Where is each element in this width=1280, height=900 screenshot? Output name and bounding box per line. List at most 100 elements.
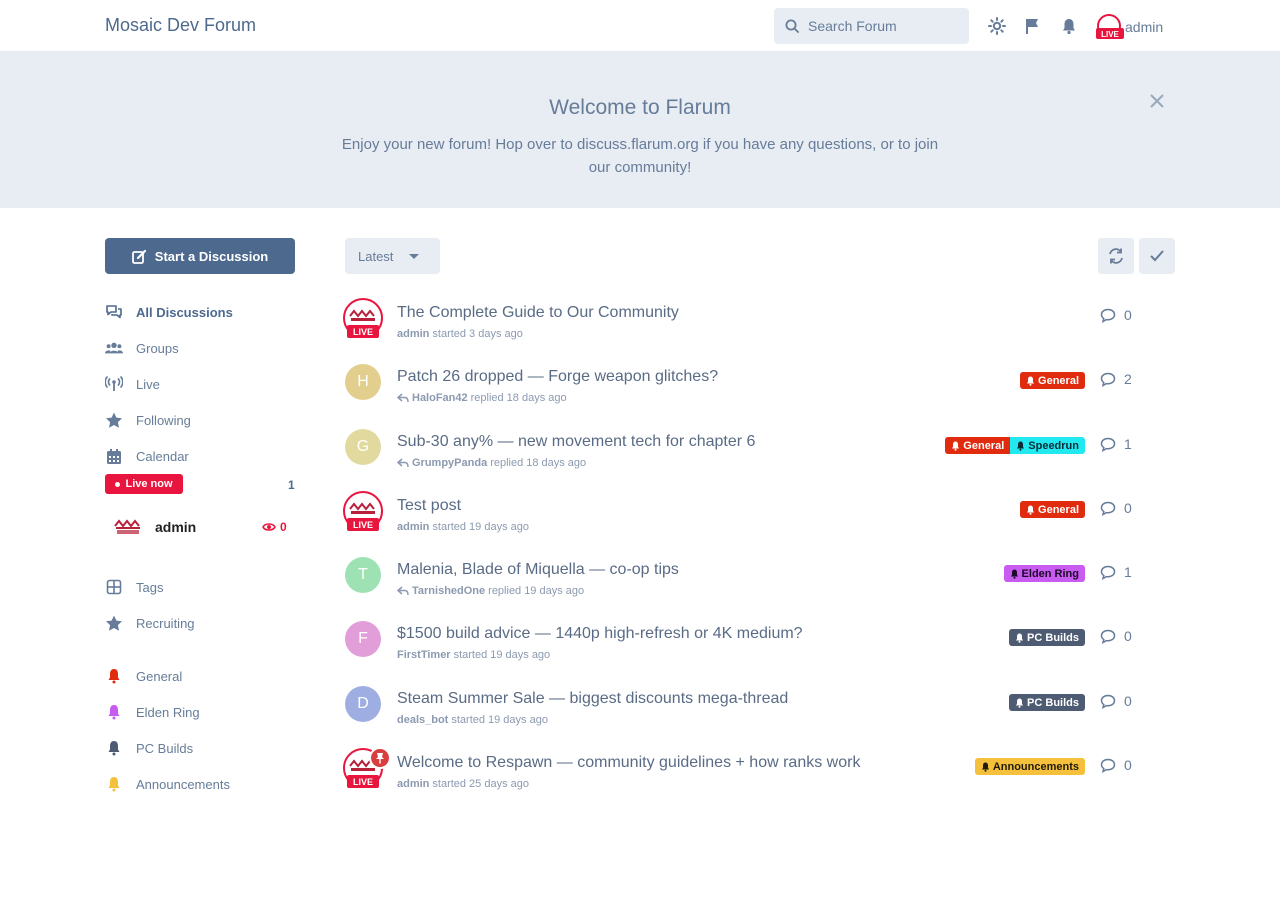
bell-icon [105,775,123,793]
bell-icon [1010,569,1018,579]
tag-badge[interactable]: General [1020,501,1085,518]
discussion-row[interactable]: G Sub-30 any% — new movement tech for cha… [345,429,1175,486]
tag-list: General Speedrun [945,437,1085,454]
author-name[interactable]: HaloFan42 [412,392,468,404]
tag-badge[interactable]: Announcements [974,758,1085,775]
author-name[interactable]: admin [397,521,429,533]
close-icon[interactable] [1148,92,1166,110]
tag-list: General [1020,372,1085,389]
discussion-title[interactable]: $1500 build advice — 1440p high-refresh … [397,625,803,643]
tag-badge[interactable]: General [1020,372,1085,389]
nav-tag-elden-ring[interactable]: Elden Ring [105,702,200,722]
author-name[interactable]: admin [397,778,429,790]
action-text: started [432,521,467,533]
discussion-title[interactable]: Test post [397,497,461,515]
nav-tag-general[interactable]: General [105,666,182,686]
tag-list: PC Builds [1009,694,1085,711]
nav-tags[interactable]: Tags [105,577,163,597]
comment-icon [1100,694,1116,709]
action-text: replied [488,585,522,597]
discussion-row[interactable]: LIVE Welcome to Respawn — community guid… [343,747,1175,807]
time-ago: 19 days ago [469,521,529,533]
nav-recruiting[interactable]: Recruiting [105,613,195,633]
notifications-bell-icon[interactable] [1060,17,1078,35]
search-input[interactable]: Search Forum [774,8,969,44]
action-text: started [451,714,485,726]
nav-groups[interactable]: Groups [105,338,179,358]
theme-toggle-sun-icon[interactable] [988,17,1006,35]
reply-count: 0 [1100,307,1132,323]
author-avatar[interactable]: LIVE [343,491,383,531]
author-name[interactable]: TarnishedOne [412,585,485,597]
discussion-title[interactable]: Malenia, Blade of Miquella — co-op tips [397,561,679,579]
bell-icon [1016,633,1024,643]
nav-tag-pc-builds[interactable]: PC Builds [105,738,193,758]
nav-live[interactable]: Live [105,374,160,394]
tag-badge[interactable]: PC Builds [1009,694,1085,711]
nav-following[interactable]: Following [105,410,191,430]
bell-icon [952,441,960,451]
discussion-meta: HaloFan42 replied 18 days ago [397,392,567,404]
edit-icon [131,249,146,264]
author-avatar[interactable]: D [345,686,381,722]
stream-user-name: admin [155,519,197,535]
tag-badge[interactable]: General [945,437,1011,454]
reply-icon [397,586,409,596]
top-header: Mosaic Dev Forum Search Forum LIVE admin [0,0,1280,52]
discussion-meta: admin started 19 days ago [397,521,529,533]
live-now-badge[interactable]: Live now [105,474,183,494]
reply-count: 0 [1100,693,1132,709]
discussion-row[interactable]: H Patch 26 dropped — Forge weapon glitche… [345,364,1175,421]
reply-count-value: 1 [1124,564,1132,580]
user-name[interactable]: admin [1125,19,1163,35]
author-name[interactable]: admin [397,328,429,340]
discussion-title[interactable]: The Complete Guide to Our Community [397,304,679,322]
flag-icon[interactable] [1024,17,1042,35]
user-avatar[interactable]: LIVE [1095,14,1125,40]
discussion-title[interactable]: Welcome to Respawn — community guideline… [397,754,860,772]
discussion-row[interactable]: D Steam Summer Sale — biggest discounts m… [345,686,1175,743]
discussion-row[interactable]: T Malenia, Blade of Miquella — co-op tips… [345,557,1175,614]
pinned-icon [369,747,391,769]
live-now-count: 1 [288,478,295,492]
stream-logo-icon [114,519,140,534]
tag-label: Speedrun [1028,439,1079,452]
stream-viewers: 0 [262,520,287,534]
author-name[interactable]: deals_bot [397,714,448,726]
eye-icon [262,523,276,531]
reply-count: 2 [1100,371,1132,387]
time-ago: 19 days ago [488,714,548,726]
action-text: started [453,649,488,661]
discussion-row[interactable]: LIVE The Complete Guide to Our Community… [343,298,1175,357]
sort-dropdown[interactable]: Latest [345,238,440,274]
tag-badge[interactable]: PC Builds [1009,629,1085,646]
discussion-title[interactable]: Patch 26 dropped — Forge weapon glitches… [397,368,718,386]
start-discussion-button[interactable]: Start a Discussion [105,238,295,274]
forum-title[interactable]: Mosaic Dev Forum [105,15,256,36]
author-avatar[interactable]: G [345,429,381,465]
discussion-title[interactable]: Steam Summer Sale — biggest discounts me… [397,690,788,708]
author-name[interactable]: GrumpyPanda [412,457,487,469]
nav-tag-announcements[interactable]: Announcements [105,774,230,794]
author-avatar[interactable]: F [345,621,381,657]
discussion-title[interactable]: Sub-30 any% — new movement tech for chap… [397,433,755,451]
discussion-row[interactable]: F $1500 build advice — 1440p high-refresh… [345,621,1175,678]
tag-label: General [1038,503,1079,516]
nav-calendar[interactable]: Calendar [105,446,189,466]
refresh-button[interactable] [1098,238,1134,274]
author-avatar[interactable]: LIVE [343,298,383,338]
tag-badge[interactable]: Elden Ring [1003,565,1085,582]
author-avatar[interactable]: H [345,364,381,400]
author-avatar[interactable]: LIVE [343,747,391,788]
tag-badge[interactable]: Speedrun [1010,437,1085,454]
mark-all-read-button[interactable] [1139,238,1175,274]
reply-count-value: 0 [1124,757,1132,773]
author-name[interactable]: FirstTimer [397,649,451,661]
live-avatar-icon: LIVE [343,491,383,531]
discussion-row[interactable]: LIVE Test post admin started 19 days ago Gen… [343,491,1175,550]
author-avatar[interactable]: T [345,557,381,593]
svg-text:LIVE: LIVE [353,777,373,787]
action-text: replied [490,457,524,469]
live-stream-item[interactable]: admin 0 [113,515,295,539]
nav-all-discussions[interactable]: All Discussions [105,302,233,322]
